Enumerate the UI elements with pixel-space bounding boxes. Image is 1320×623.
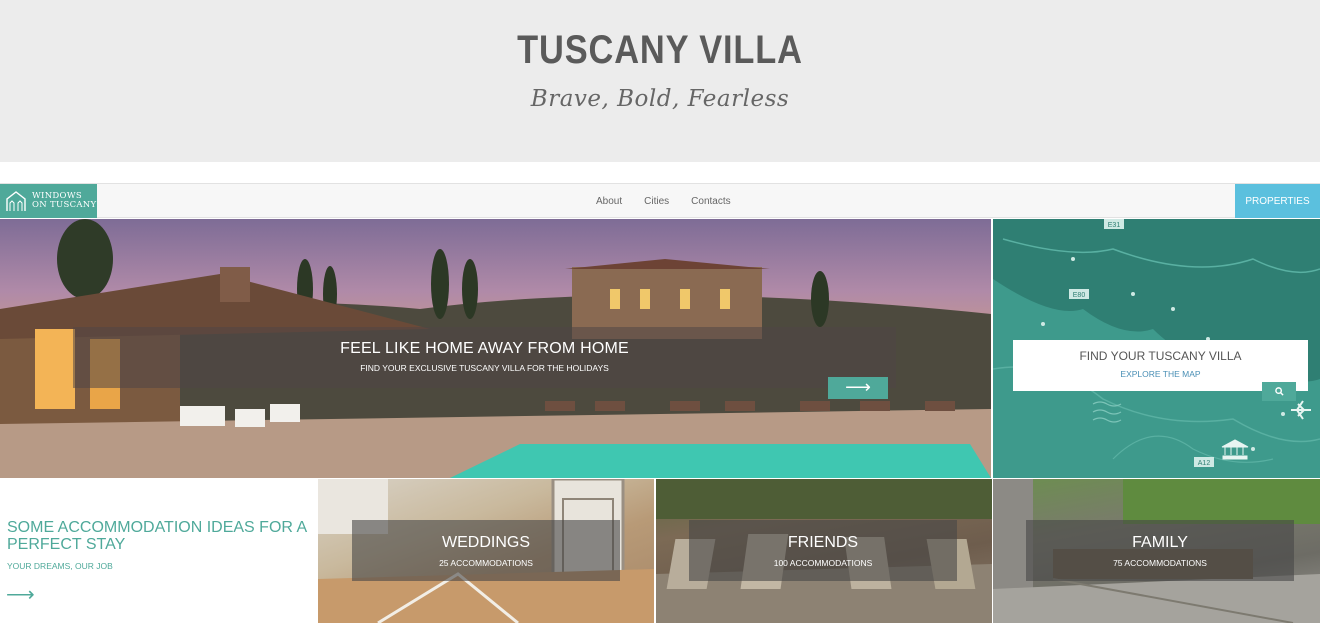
nav-links: About Cities Contacts [596, 184, 753, 218]
hero-caption: FEEL LIKE HOME AWAY FROM HOME FIND YOUR … [73, 327, 896, 388]
search-icon [1274, 387, 1284, 396]
site-header: TUSCANY VILLA Brave, Bold, Fearless [0, 0, 1320, 162]
hero-arrow-button[interactable]: ⟶ [828, 377, 888, 399]
tile-weddings[interactable]: WEDDINGS 25 ACCOMMODATIONS [318, 479, 654, 623]
navbar: WINDOWS ON TUSCANY About Cities Contacts… [0, 183, 1320, 218]
tile-family-caption: FAMILY 75 ACCOMMODATIONS [1026, 520, 1294, 581]
map-title: FIND YOUR TUSCANY VILLA [1079, 349, 1242, 363]
nav-link-contacts[interactable]: Contacts [691, 196, 730, 207]
hero-title: FEEL LIKE HOME AWAY FROM HOME [340, 340, 629, 357]
map-search-button[interactable] [1262, 382, 1296, 401]
ideas-arrow-icon[interactable]: ⟶ [6, 582, 35, 607]
nav-link-cities[interactable]: Cities [644, 196, 669, 207]
tile-subtitle: 25 ACCOMMODATIONS [439, 558, 533, 568]
tile-title: FAMILY [1132, 534, 1188, 551]
villa-logo-icon [6, 191, 26, 211]
logo-line-2: ON TUSCANY [32, 200, 97, 210]
map-panel[interactable]: E31 E80 A12 FIND YOUR TUSCANY VILLA EXPL… [993, 219, 1320, 478]
tile-subtitle: 100 ACCOMMODATIONS [773, 558, 873, 568]
tile-weddings-caption: WEDDINGS 25 ACCOMMODATIONS [352, 520, 620, 581]
tile-friends-caption: FRIENDS 100 ACCOMMODATIONS [689, 520, 957, 581]
hero-banner: FEEL LIKE HOME AWAY FROM HOME FIND YOUR … [0, 219, 991, 478]
tile-title: WEDDINGS [442, 534, 530, 551]
nav-link-about[interactable]: About [596, 196, 622, 207]
svg-text:A12: A12 [1198, 460, 1211, 467]
ideas-section: SOME ACCOMMODATION IDEAS FOR A PERFECT S… [0, 479, 317, 623]
site-title: TUSCANY VILLA [517, 28, 803, 72]
hero-subtitle: FIND YOUR EXCLUSIVE TUSCANY VILLA FOR TH… [360, 363, 609, 373]
site-tagline: Brave, Bold, Fearless [530, 86, 790, 112]
arrow-right-icon: ⟶ [845, 377, 871, 397]
properties-button[interactable]: PROPERTIES [1235, 184, 1320, 218]
tile-family[interactable]: FAMILY 75 ACCOMMODATIONS [993, 479, 1320, 623]
logo[interactable]: WINDOWS ON TUSCANY [0, 184, 97, 218]
tile-title: FRIENDS [787, 534, 859, 551]
ideas-title: SOME ACCOMMODATION IDEAS FOR A PERFECT S… [7, 519, 307, 553]
svg-text:E31: E31 [1108, 222, 1121, 229]
svg-text:E80: E80 [1073, 292, 1086, 299]
tile-subtitle: 75 ACCOMMODATIONS [1113, 558, 1207, 568]
logo-text: WINDOWS ON TUSCANY [32, 192, 96, 210]
explore-map-link[interactable]: EXPLORE THE MAP [1013, 369, 1308, 379]
ideas-subtitle: YOUR DREAMS, OUR JOB [7, 561, 113, 571]
tile-friends[interactable]: FRIENDS 100 ACCOMMODATIONS [656, 479, 992, 623]
